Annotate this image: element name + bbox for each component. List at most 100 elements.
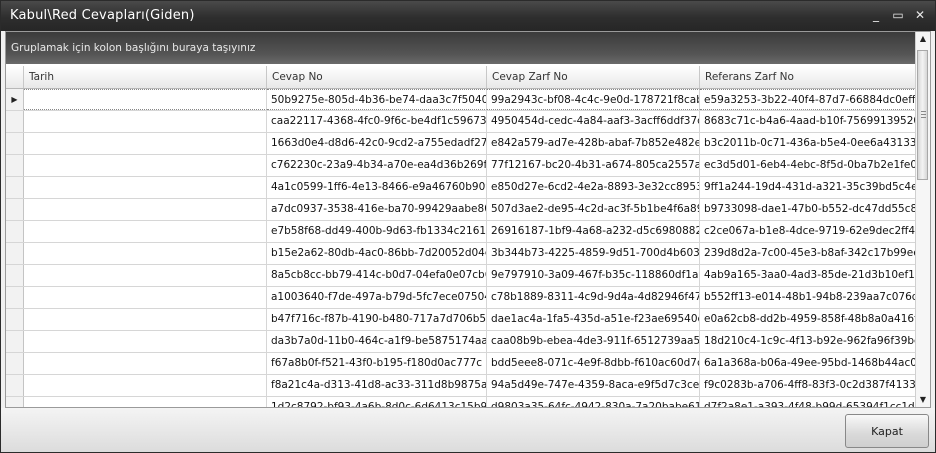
table-row[interactable]: ▶ 50b9275e-805d-4b36-be74-daa3c7f50404 99a… xyxy=(6,89,916,111)
cell-tarih[interactable] xyxy=(24,89,267,110)
row-indicator[interactable] xyxy=(6,155,24,176)
cell-referans-zarf-no[interactable]: e59a3253-3b22-40f4-87d7-66884dc0effe xyxy=(700,89,916,110)
table-row[interactable]: b47f716c-f87b-4190-b480-717a7d706b58 dae1… xyxy=(6,309,916,331)
table-row[interactable]: e7b58f68-dd49-400b-9d63-fb1334c21618 2691… xyxy=(6,221,916,243)
cell-cevap-no[interactable]: 1d2c8792-bf93-4a6b-8d0c-6d6413c15b91 xyxy=(267,397,487,407)
table-row[interactable]: 8a5cb8cc-bb79-414c-b0d7-04efa0e07cb6 9e79… xyxy=(6,265,916,287)
row-indicator[interactable] xyxy=(6,221,24,242)
row-indicator[interactable] xyxy=(6,353,24,374)
vertical-scrollbar[interactable]: ▲ ▼ xyxy=(915,32,930,407)
cell-referans-zarf-no[interactable]: b552ff13-e014-48b1-94b8-239aa7c076dd xyxy=(700,287,916,308)
maximize-icon[interactable]: ▭ xyxy=(887,5,909,25)
table-row[interactable]: 1d2c8792-bf93-4a6b-8d0c-6d6413c15b91 d980… xyxy=(6,397,916,407)
row-indicator[interactable] xyxy=(6,111,24,132)
cell-cevap-no[interactable]: 1663d0e4-d8d6-42c0-9cd2-a755edadf278 xyxy=(267,133,487,154)
cell-cevap-no[interactable]: b15e2a62-80db-4ac0-86bb-7d20052d04c0 xyxy=(267,243,487,264)
row-indicator[interactable] xyxy=(6,397,24,407)
cell-referans-zarf-no[interactable]: b9733098-dae1-47b0-b552-dc47dd55c88d xyxy=(700,199,916,220)
table-row[interactable]: a7dc0937-3538-416e-ba70-99429aabe80c 507d… xyxy=(6,199,916,221)
cell-cevap-zarf-no[interactable]: 9e797910-3a09-467f-b35c-118860df1a99 xyxy=(487,265,700,286)
close-icon[interactable]: ✕ xyxy=(909,5,931,25)
row-indicator[interactable] xyxy=(6,199,24,220)
cell-tarih[interactable] xyxy=(24,243,267,264)
minimize-icon[interactable]: _ xyxy=(865,5,887,25)
column-header-referans-zarf-no[interactable]: Referans Zarf No xyxy=(700,66,916,88)
cell-cevap-no[interactable]: b47f716c-f87b-4190-b480-717a7d706b58 xyxy=(267,309,487,330)
scroll-down-icon[interactable]: ▼ xyxy=(916,393,930,407)
cell-cevap-no[interactable]: caa22117-4368-4fc0-9f6c-be4df1c59673 xyxy=(267,111,487,132)
row-indicator[interactable] xyxy=(6,133,24,154)
cell-cevap-zarf-no[interactable]: 26916187-1bf9-4a68-a232-d5c6980882ff xyxy=(487,221,700,242)
scroll-thumb[interactable] xyxy=(917,50,928,180)
cell-cevap-zarf-no[interactable]: 99a2943c-bf08-4c4c-9e0d-178721f8caba xyxy=(487,89,700,110)
cell-tarih[interactable] xyxy=(24,331,267,352)
table-row[interactable]: 4a1c0599-1ff6-4e13-8466-e9a46760b909 e850… xyxy=(6,177,916,199)
cell-referans-zarf-no[interactable]: f9c0283b-a706-4ff8-83f3-0c2d387f4133 xyxy=(700,375,916,396)
cell-cevap-no[interactable]: a1003640-f7de-497a-b79d-5fc7ece07504 xyxy=(267,287,487,308)
table-row[interactable]: 1663d0e4-d8d6-42c0-9cd2-a755edadf278 e842… xyxy=(6,133,916,155)
cell-referans-zarf-no[interactable]: d7f2a8e1-a393-4f48-b99d-65394f1cc1d3 xyxy=(700,397,916,407)
cell-referans-zarf-no[interactable]: 4ab9a165-3aa0-4ad3-85de-21d3b10ef1a8 xyxy=(700,265,916,286)
cell-cevap-zarf-no[interactable]: dae1ac4a-1fa5-435d-a51e-f23ae69540ca xyxy=(487,309,700,330)
cell-cevap-no[interactable]: 8a5cb8cc-bb79-414c-b0d7-04efa0e07cb6 xyxy=(267,265,487,286)
cell-cevap-no[interactable]: f8a21c4a-d313-41d8-ac33-311d8b9875a8 xyxy=(267,375,487,396)
cell-tarih[interactable] xyxy=(24,397,267,407)
cell-cevap-no[interactable]: da3b7a0d-11b0-464c-a1f9-be5875174aa3 xyxy=(267,331,487,352)
cell-tarih[interactable] xyxy=(24,155,267,176)
cell-cevap-zarf-no[interactable]: 3b344b73-4225-4859-9d51-700d4b603748 xyxy=(487,243,700,264)
cell-referans-zarf-no[interactable]: e0a62cb8-dd2b-4959-858f-48b8a0a416f9 xyxy=(700,309,916,330)
cell-tarih[interactable] xyxy=(24,177,267,198)
cell-referans-zarf-no[interactable]: 9ff1a244-19d4-431d-a321-35c39bd5c4ee xyxy=(700,177,916,198)
table-row[interactable]: f67a8b0f-f521-43f0-b195-f180d0ac777c bdd5… xyxy=(6,353,916,375)
table-row[interactable]: caa22117-4368-4fc0-9f6c-be4df1c59673 4950… xyxy=(6,111,916,133)
cell-referans-zarf-no[interactable]: b3c2011b-0c71-436a-b5e4-0ee6a43133b7 xyxy=(700,133,916,154)
cell-cevap-zarf-no[interactable]: c78b1889-8311-4c9d-9d4a-4d82946f4740 xyxy=(487,287,700,308)
table-row[interactable]: da3b7a0d-11b0-464c-a1f9-be5875174aa3 caa0… xyxy=(6,331,916,353)
cell-cevap-no[interactable]: f67a8b0f-f521-43f0-b195-f180d0ac777c xyxy=(267,353,487,374)
row-indicator[interactable] xyxy=(6,287,24,308)
cell-referans-zarf-no[interactable]: 6a1a368a-b06a-49ee-95bd-1468b44ac0a4 xyxy=(700,353,916,374)
cell-tarih[interactable] xyxy=(24,309,267,330)
scroll-up-icon[interactable]: ▲ xyxy=(916,32,930,46)
cell-tarih[interactable] xyxy=(24,111,267,132)
cell-cevap-zarf-no[interactable]: e842a579-ad7e-428b-abaf-7b852e482e4b xyxy=(487,133,700,154)
cell-tarih[interactable] xyxy=(24,287,267,308)
row-indicator[interactable] xyxy=(6,375,24,396)
cell-tarih[interactable] xyxy=(24,353,267,374)
column-header-tarih[interactable]: Tarih xyxy=(24,66,267,88)
table-row[interactable]: a1003640-f7de-497a-b79d-5fc7ece07504 c78b… xyxy=(6,287,916,309)
column-header-cevap-no[interactable]: Cevap No xyxy=(267,66,487,88)
title-bar[interactable]: Kabul\Red Cevapları(Giden) _ ▭ ✕ xyxy=(1,1,935,31)
cell-cevap-no[interactable]: c762230c-23a9-4b34-a70e-ea4d36b269f2 xyxy=(267,155,487,176)
cell-cevap-zarf-no[interactable]: d9803a35-64fc-4942-830a-7a20babe61a0 xyxy=(487,397,700,407)
row-indicator[interactable] xyxy=(6,309,24,330)
cell-cevap-zarf-no[interactable]: 77f12167-bc20-4b31-a674-805ca2557a75 xyxy=(487,155,700,176)
close-button[interactable]: Kapat xyxy=(845,414,929,448)
cell-referans-zarf-no[interactable]: 239d8d2a-7c00-45e3-b8af-342c17b99eed xyxy=(700,243,916,264)
cell-tarih[interactable] xyxy=(24,221,267,242)
cell-cevap-no[interactable]: 4a1c0599-1ff6-4e13-8466-e9a46760b909 xyxy=(267,177,487,198)
cell-cevap-no[interactable]: e7b58f68-dd49-400b-9d63-fb1334c21618 xyxy=(267,221,487,242)
cell-tarih[interactable] xyxy=(24,199,267,220)
cell-referans-zarf-no[interactable]: c2ce067a-b1e8-4dce-9719-62e9dec2ff47 xyxy=(700,221,916,242)
cell-cevap-no[interactable]: 50b9275e-805d-4b36-be74-daa3c7f50404 xyxy=(267,89,487,110)
cell-tarih[interactable] xyxy=(24,265,267,286)
cell-cevap-no[interactable]: a7dc0937-3538-416e-ba70-99429aabe80c xyxy=(267,199,487,220)
cell-cevap-zarf-no[interactable]: caa08b9b-ebea-4de3-911f-6512739aa51f xyxy=(487,331,700,352)
row-indicator[interactable] xyxy=(6,265,24,286)
cell-cevap-zarf-no[interactable]: 507d3ae2-de95-4c2d-ac3f-5b1be4f6a89f xyxy=(487,199,700,220)
table-row[interactable]: c762230c-23a9-4b34-a70e-ea4d36b269f2 77f1… xyxy=(6,155,916,177)
cell-referans-zarf-no[interactable]: 18d210c4-1c9c-4f13-b92e-962fa96f39bd xyxy=(700,331,916,352)
cell-cevap-zarf-no[interactable]: e850d27e-6cd2-4e2a-8893-3e32cc89530a xyxy=(487,177,700,198)
cell-referans-zarf-no[interactable]: ec3d5d01-6eb4-4ebc-8f5d-0ba7b2e1fe0e xyxy=(700,155,916,176)
table-row[interactable]: f8a21c4a-d313-41d8-ac33-311d8b9875a8 94a5… xyxy=(6,375,916,397)
cell-tarih[interactable] xyxy=(24,133,267,154)
row-indicator[interactable]: ▶ xyxy=(6,89,24,110)
cell-cevap-zarf-no[interactable]: 94a5d49e-747e-4359-8aca-e9f5d7c3ce30 xyxy=(487,375,700,396)
data-grid[interactable]: Gruplamak için kolon başlığını buraya ta… xyxy=(5,31,931,408)
row-indicator[interactable] xyxy=(6,177,24,198)
cell-tarih[interactable] xyxy=(24,375,267,396)
table-row[interactable]: b15e2a62-80db-4ac0-86bb-7d20052d04c0 3b34… xyxy=(6,243,916,265)
row-indicator[interactable] xyxy=(6,331,24,352)
group-by-panel[interactable]: Gruplamak için kolon başlığını buraya ta… xyxy=(6,32,918,64)
